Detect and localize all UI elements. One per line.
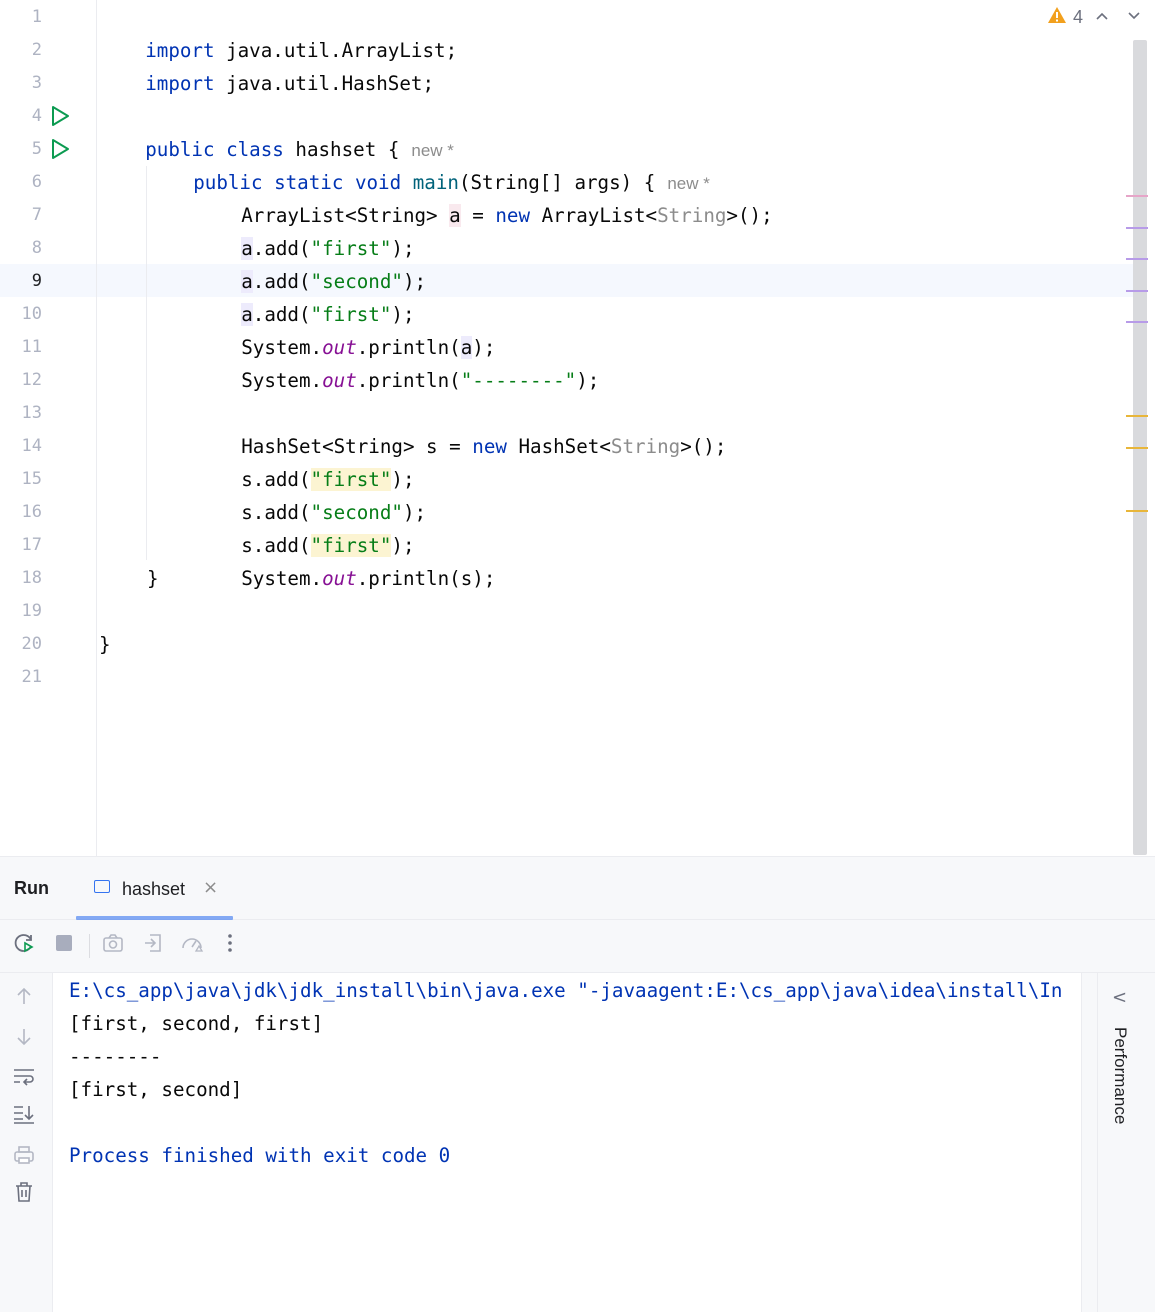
current-line-highlight [0, 264, 1133, 297]
line-number: 4 [31, 106, 42, 126]
arrow-up-icon [15, 986, 33, 1010]
line-number: 8 [31, 238, 42, 258]
arrow-down-icon [15, 1027, 33, 1051]
line-number: 11 [21, 337, 42, 357]
rerun-icon [12, 931, 36, 959]
line-number: 2 [31, 40, 42, 60]
error-stripe-mark[interactable] [1126, 290, 1148, 292]
run-gutter-icon[interactable] [49, 138, 71, 160]
scroll-to-end-icon [12, 1103, 36, 1129]
screenshot-button[interactable] [99, 931, 127, 959]
line-number: 19 [21, 601, 42, 621]
line-number: 18 [21, 568, 42, 588]
warning-stripe-mark[interactable] [1126, 447, 1148, 449]
print-icon [13, 1145, 35, 1169]
line-number: 5 [31, 139, 42, 159]
scroll-to-end-button[interactable] [11, 1103, 37, 1129]
clear-all-button[interactable] [11, 1181, 37, 1207]
line-number-current: 9 [31, 271, 42, 291]
code-line-17[interactable]: System.out.println(s); [195, 529, 495, 628]
chevron-left-icon[interactable]: < [1112, 987, 1127, 1008]
toolbar-separator [89, 934, 90, 958]
line-number: 21 [21, 667, 42, 687]
stop-icon [54, 933, 74, 957]
tab-hashset[interactable]: hashset × [76, 857, 233, 920]
restore-layout-icon [142, 932, 164, 958]
trash-icon [14, 1181, 34, 1207]
console-line-exit: Process finished with exit code 0 [69, 1144, 451, 1167]
run-toolbar [0, 920, 1155, 973]
line-number: 14 [21, 436, 42, 456]
line-number: 20 [21, 634, 42, 654]
console-line: -------- [69, 1045, 162, 1068]
gutter-divider [96, 0, 97, 856]
profiler-button[interactable] [178, 931, 206, 959]
run-gutter-icon[interactable] [49, 105, 71, 127]
console-tab-icon [94, 880, 110, 893]
error-stripe-mark[interactable] [1126, 321, 1148, 323]
tab-label: hashset [122, 879, 186, 899]
console-scrollbar[interactable] [1081, 973, 1097, 1312]
console-side-toolbar [0, 973, 53, 1312]
profiler-icon [180, 932, 204, 958]
run-tool-window: Run hashset × E:\cs_app\java\jdk\jdk_ins… [0, 856, 1155, 1312]
warning-stripe-mark[interactable] [1126, 510, 1148, 512]
run-header: Run hashset × [0, 857, 1155, 920]
soft-wrap-button[interactable] [11, 1065, 37, 1091]
warning-icon [1047, 6, 1067, 28]
screenshot-icon [102, 933, 124, 957]
console-line: [first, second] [69, 1078, 243, 1101]
error-stripe-mark[interactable] [1126, 258, 1148, 260]
more-icon [227, 932, 233, 958]
soft-wrap-icon [12, 1066, 36, 1090]
next-highlight-button[interactable] [1121, 9, 1147, 25]
stop-button[interactable] [50, 931, 78, 959]
line-number: 13 [21, 403, 42, 423]
console-output[interactable]: E:\cs_app\java\jdk\jdk_install\bin\java.… [53, 973, 1081, 1312]
line-number: 10 [21, 304, 42, 324]
error-stripe-mark[interactable] [1126, 227, 1148, 229]
more-options-button[interactable] [216, 931, 244, 959]
rerun-button[interactable] [10, 931, 38, 959]
previous-highlight-button[interactable] [1089, 9, 1115, 25]
previous-occurrence-button[interactable] [11, 985, 37, 1011]
line-number: 6 [31, 172, 42, 192]
next-occurrence-button[interactable] [11, 1026, 37, 1052]
print-button[interactable] [11, 1144, 37, 1170]
run-title: Run [14, 878, 49, 898]
code-line-18[interactable]: } [147, 562, 159, 595]
line-number: 15 [21, 469, 42, 489]
performance-tab[interactable]: Performance [1110, 1027, 1130, 1124]
line-number: 16 [21, 502, 42, 522]
close-icon[interactable]: × [203, 877, 218, 898]
console-line-command: E:\cs_app\java\jdk\jdk_install\bin\java.… [69, 979, 1063, 1002]
error-stripe-mark[interactable] [1126, 195, 1148, 197]
line-number: 3 [31, 73, 42, 93]
line-number: 7 [31, 205, 42, 225]
code-line-20[interactable]: } [99, 628, 111, 661]
console-line: [first, second, first] [69, 1012, 324, 1035]
line-number: 12 [21, 370, 42, 390]
restore-layout-button[interactable] [139, 931, 167, 959]
warning-count[interactable]: 4 [1073, 7, 1083, 28]
warning-stripe-mark[interactable] [1126, 415, 1148, 417]
performance-side-panel: < Performance [1097, 973, 1155, 1312]
code-editor[interactable]: 1 2 3 4 5 6 7 8 9 10 11 12 13 14 15 16 1… [0, 0, 1155, 856]
line-number: 17 [21, 535, 42, 555]
line-number: 1 [31, 7, 42, 27]
inspections-widget[interactable]: 4 [1047, 6, 1147, 28]
